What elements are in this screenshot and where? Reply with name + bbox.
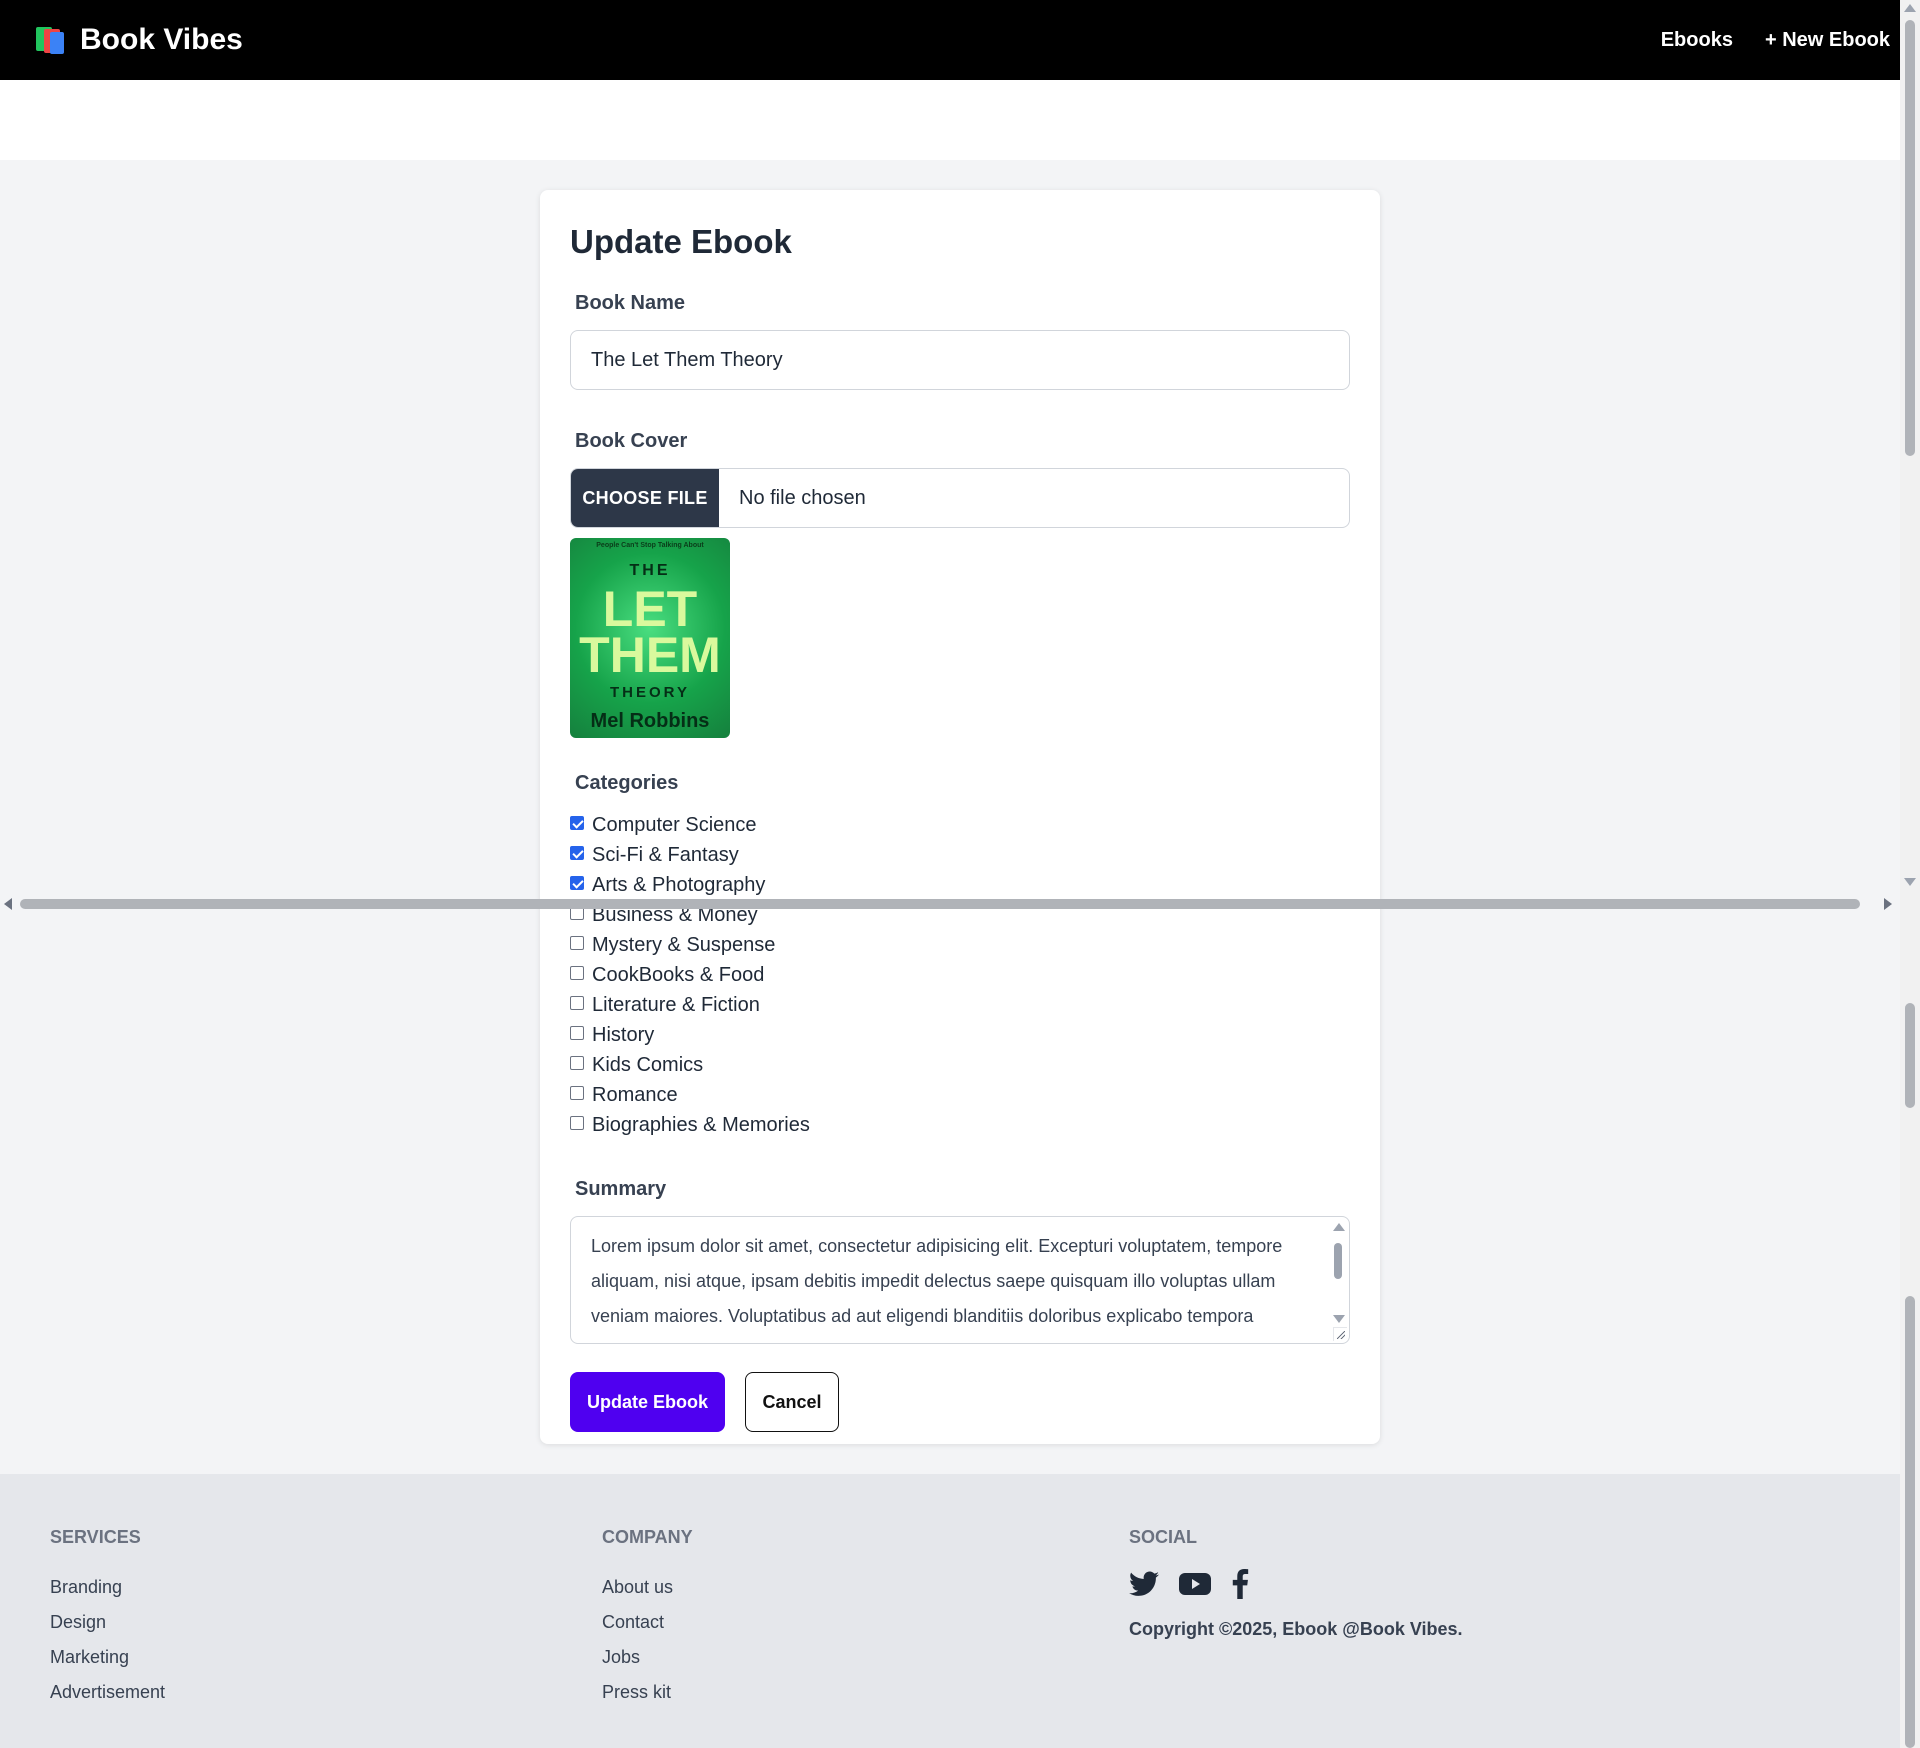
book-cover-label: Book Cover (575, 430, 688, 452)
scroll-right-arrow-icon[interactable] (1884, 898, 1892, 910)
category-checkbox[interactable] (570, 1056, 584, 1070)
category-item[interactable]: Mystery & Suspense (570, 930, 1350, 960)
category-label: History (592, 1023, 655, 1046)
footer-link[interactable]: Design (50, 1605, 165, 1640)
horizontal-scrollbar[interactable] (0, 893, 1900, 913)
footer-heading: SOCIAL (1129, 1527, 1198, 1547)
footer-services: SERVICES Branding Design Marketing Adver… (50, 1526, 165, 1710)
category-item[interactable]: Computer Science (570, 810, 1350, 840)
category-label: Romance (592, 1083, 678, 1106)
footer-link[interactable]: Branding (50, 1570, 165, 1605)
update-ebook-card: Update Ebook Book Name The Let Them Theo… (540, 190, 1380, 1444)
books-logo-icon (36, 25, 66, 55)
category-checkbox[interactable] (570, 846, 584, 860)
category-item[interactable]: Literature & Fiction (570, 990, 1350, 1020)
footer-link[interactable]: Jobs (602, 1640, 693, 1675)
brand-name[interactable]: Book Vibes (80, 23, 243, 57)
category-label: Mystery & Suspense (592, 933, 776, 956)
social-icons (1129, 1568, 1463, 1604)
facebook-icon[interactable] (1231, 1568, 1249, 1604)
footer-heading: SERVICES (50, 1527, 141, 1547)
navbar: Book Vibes Ebooks + New Ebook (0, 0, 1900, 80)
horizontal-scroll-thumb[interactable] (20, 899, 1860, 909)
category-item[interactable]: CookBooks & Food (570, 960, 1350, 990)
form-actions: Update Ebook Cancel (570, 1372, 1350, 1432)
category-label: CookBooks & Food (592, 963, 765, 986)
summary-textarea[interactable]: Lorem ipsum dolor sit amet, consectetur … (570, 1216, 1350, 1344)
category-item[interactable]: Biographies & Memories (570, 1110, 1350, 1140)
vertical-scroll-thumb[interactable] (1905, 1296, 1915, 1748)
nav-links: Ebooks + New Ebook (1661, 29, 1890, 52)
category-checkbox[interactable] (570, 966, 584, 980)
category-checkbox[interactable] (570, 936, 584, 950)
footer-link[interactable]: Contact (602, 1605, 693, 1640)
book-cover-preview: People Can't Stop Talking About THE LET … (570, 538, 730, 738)
page-title: Update Ebook (570, 223, 792, 260)
category-label: Sci-Fi & Fantasy (592, 843, 739, 866)
book-name-value: The Let Them Theory (591, 348, 783, 371)
book-name-input[interactable]: The Let Them Theory (570, 330, 1350, 390)
footer-link[interactable]: Press kit (602, 1675, 693, 1710)
resize-grip-icon[interactable] (1333, 1327, 1347, 1341)
cancel-button[interactable]: Cancel (745, 1372, 839, 1432)
scroll-up-arrow-icon[interactable] (1333, 1223, 1345, 1231)
categories-list: Computer Science Sci-Fi & Fantasy Arts &… (570, 810, 1350, 1140)
summary-label: Summary (575, 1178, 667, 1200)
youtube-icon[interactable] (1179, 1572, 1211, 1601)
book-name-label: Book Name (575, 292, 686, 314)
scroll-left-arrow-icon[interactable] (4, 898, 12, 910)
category-item[interactable]: Kids Comics (570, 1050, 1350, 1080)
category-label: Kids Comics (592, 1053, 704, 1076)
category-label: Biographies & Memories (592, 1113, 810, 1136)
cover-tagline: People Can't Stop Talking About (596, 542, 704, 549)
category-checkbox[interactable] (570, 1026, 584, 1040)
file-status: No file chosen (739, 486, 866, 509)
nav-new-ebook-link[interactable]: + New Ebook (1765, 29, 1890, 52)
vertical-scroll-thumb[interactable] (1905, 20, 1915, 456)
category-checkbox[interactable] (570, 996, 584, 1010)
footer-social: SOCIAL Copyright ©2025, Ebook @Book Vibe… (1129, 1526, 1463, 1647)
category-checkbox[interactable] (570, 1086, 584, 1100)
category-label: Literature & Fiction (592, 993, 760, 1016)
scroll-thumb[interactable] (1334, 1243, 1342, 1279)
summary-text: Lorem ipsum dolor sit amet, consectetur … (591, 1236, 1283, 1326)
cover-title-theory: THEORY (610, 684, 690, 701)
header-spacer (0, 80, 1900, 160)
choose-file-button[interactable]: CHOOSE FILE (571, 469, 719, 527)
copyright-link[interactable]: Copyright ©2025, Ebook @Book Vibes. (1129, 1612, 1463, 1647)
update-ebook-button[interactable]: Update Ebook (570, 1372, 725, 1432)
category-label: Computer Science (592, 813, 757, 836)
category-item[interactable]: Romance (570, 1080, 1350, 1110)
category-item[interactable]: Sci-Fi & Fantasy (570, 840, 1350, 870)
footer-company: COMPANY About us Contact Jobs Press kit (602, 1526, 693, 1710)
footer-link[interactable]: Advertisement (50, 1675, 165, 1710)
category-checkbox[interactable] (570, 1116, 584, 1130)
scroll-down-arrow-icon[interactable] (1904, 878, 1916, 886)
category-checkbox[interactable] (570, 876, 584, 890)
cover-title-them: THEM (579, 627, 721, 683)
footer-link[interactable]: About us (602, 1570, 693, 1605)
footer-link[interactable]: Marketing (50, 1640, 165, 1675)
scroll-up-arrow-icon[interactable] (1904, 4, 1916, 12)
category-item[interactable]: History (570, 1020, 1350, 1050)
footer-heading: COMPANY (602, 1527, 693, 1547)
book-cover-file-input[interactable]: CHOOSE FILE No file chosen (570, 468, 1350, 528)
twitter-icon[interactable] (1129, 1571, 1159, 1602)
scroll-down-arrow-icon[interactable] (1333, 1315, 1345, 1323)
cover-author: Mel Robbins (590, 710, 710, 732)
footer: SERVICES Branding Design Marketing Adver… (0, 1474, 1900, 1748)
summary-scrollbar[interactable] (1331, 1223, 1345, 1323)
categories-label: Categories (575, 772, 679, 794)
category-checkbox[interactable] (570, 816, 584, 830)
cover-title-the: THE (629, 562, 671, 579)
vertical-scrollbar[interactable] (1900, 0, 1920, 1748)
vertical-scroll-thumb[interactable] (1905, 1003, 1915, 1108)
brand[interactable]: Book Vibes (36, 23, 243, 57)
nav-ebooks-link[interactable]: Ebooks (1661, 29, 1733, 52)
